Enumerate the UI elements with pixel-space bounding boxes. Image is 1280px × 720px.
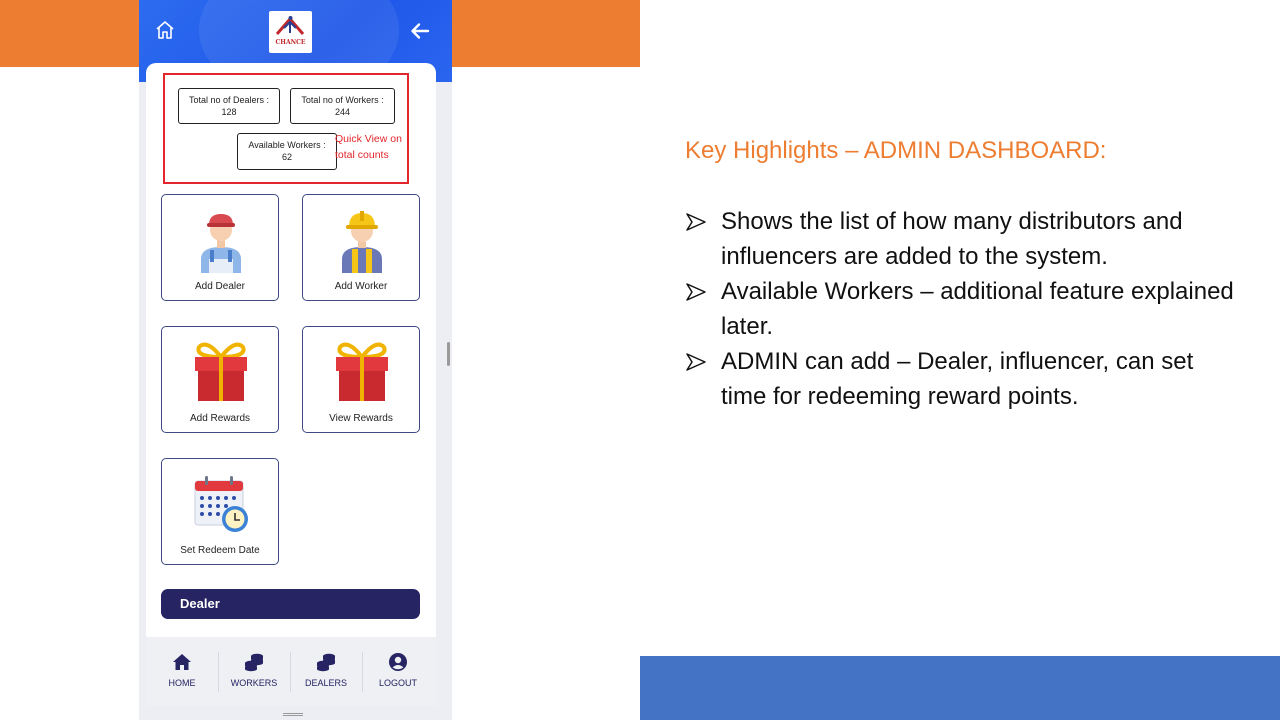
nav-home-label: HOME: [168, 678, 196, 688]
arrow-bullet-icon: [686, 213, 706, 231]
arrow-bullet-icon: [686, 283, 706, 301]
app-logo: CHANCE: [269, 11, 312, 53]
dashboard-body: Total no of Dealers : 128 Total no of Wo…: [146, 63, 436, 637]
phone-screenshot: CHANCE Total no of Dealers : 128 Total n…: [139, 0, 452, 720]
total-workers-value: 244: [334, 107, 351, 117]
highlight-item: Available Workers – additional feature e…: [685, 274, 1245, 344]
highlight-text: Available Workers – additional feature e…: [721, 278, 1234, 340]
nav-home[interactable]: HOME: [146, 637, 218, 706]
gift-icon: [195, 342, 247, 401]
nav-logout[interactable]: LOGOUT: [362, 637, 434, 706]
add-rewards-label: Add Rewards: [189, 413, 251, 424]
add-worker-label: Add Worker: [334, 281, 388, 292]
back-arrow-icon[interactable]: [409, 20, 431, 42]
quick-view-annotation: Quick View on total counts: [335, 133, 402, 161]
nav-dealers[interactable]: DEALERS: [290, 637, 362, 706]
arrow-bullet-icon: [686, 353, 706, 371]
dealer-section-header[interactable]: Dealer: [161, 589, 420, 619]
scrollbar[interactable]: [447, 342, 450, 366]
available-workers-label: Available Workers :: [248, 140, 326, 150]
total-workers-card: Total no of Workers : 244: [290, 88, 395, 124]
add-rewards-tile[interactable]: Add Rewards: [161, 326, 279, 433]
user-circle-icon: [389, 653, 407, 671]
total-dealers-value: 128: [221, 107, 237, 117]
nav-logout-label: LOGOUT: [378, 678, 417, 688]
nav-workers[interactable]: WORKERS: [218, 637, 290, 706]
logo-text: CHANCE: [275, 39, 306, 46]
home-icon: [173, 654, 191, 670]
dealer-avatar-icon: [201, 214, 241, 273]
set-redeem-date-tile[interactable]: Set Redeem Date: [161, 458, 279, 565]
worker-avatar-icon: [342, 211, 382, 273]
add-dealer-label: Add Dealer: [194, 281, 246, 292]
nav-workers-label: WORKERS: [230, 678, 278, 688]
available-workers-card[interactable]: Available Workers : 62: [237, 133, 337, 170]
highlight-item: ADMIN can add – Dealer, influencer, can …: [685, 344, 1245, 414]
gift-icon: [336, 342, 388, 401]
highlights-list: Shows the list of how many distributors …: [685, 204, 1245, 414]
highlight-text: ADMIN can add – Dealer, influencer, can …: [721, 348, 1194, 410]
coins-icon: [245, 653, 263, 672]
total-workers-label: Total no of Workers :: [301, 95, 384, 105]
bottom-blue-band: [640, 656, 1280, 720]
bottom-navigation: HOME WORKERS DEALERS LOGOUT: [146, 637, 436, 706]
add-worker-tile[interactable]: Add Worker: [302, 194, 420, 301]
view-rewards-label: View Rewards: [329, 413, 393, 424]
highlight-item: Shows the list of how many distributors …: [685, 204, 1245, 274]
slide-title: Key Highlights – ADMIN DASHBOARD:: [685, 137, 1107, 164]
set-redeem-date-label: Set Redeem Date: [180, 545, 260, 556]
home-indicator: [283, 713, 303, 716]
coins-icon: [317, 653, 335, 672]
view-rewards-tile[interactable]: View Rewards: [302, 326, 420, 433]
add-dealer-tile[interactable]: Add Dealer: [161, 194, 279, 301]
total-dealers-card: Total no of Dealers : 128: [178, 88, 280, 124]
total-dealers-label: Total no of Dealers :: [188, 95, 270, 105]
nav-dealers-label: DEALERS: [304, 678, 348, 688]
home-icon[interactable]: [153, 18, 177, 42]
calendar-clock-icon: [194, 476, 248, 532]
highlight-text: Shows the list of how many distributors …: [721, 208, 1183, 270]
available-workers-value: 62: [281, 152, 292, 162]
